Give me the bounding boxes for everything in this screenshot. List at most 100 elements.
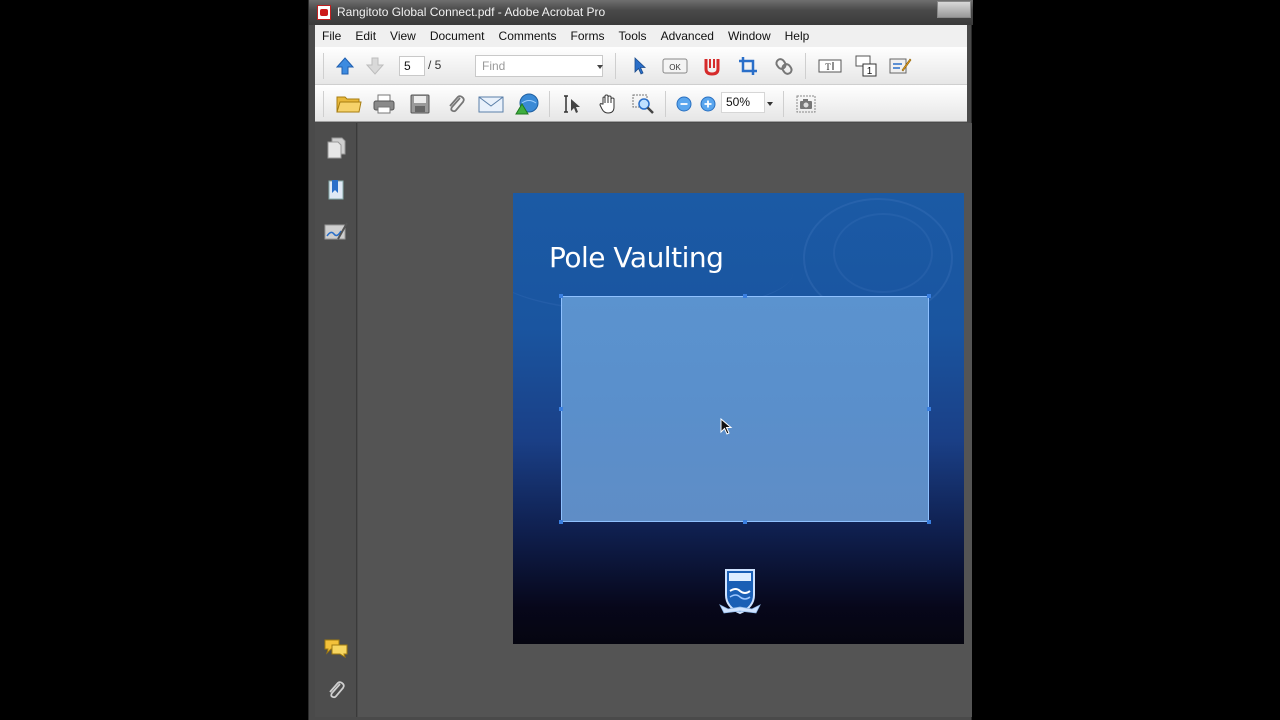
pages-icon: [327, 137, 346, 159]
resize-handle[interactable]: [927, 294, 931, 298]
navigation-pane: [315, 123, 357, 717]
school-crest-icon: [719, 569, 761, 615]
edit-form-button[interactable]: [887, 53, 913, 79]
menu-help[interactable]: Help: [785, 29, 810, 43]
menu-comments[interactable]: Comments: [499, 29, 557, 43]
stamp-tool-button[interactable]: [701, 55, 723, 77]
paperclip-icon: [449, 95, 465, 113]
menu-document[interactable]: Document: [430, 29, 485, 43]
mouse-cursor-icon: [720, 418, 733, 435]
hand-tool-button[interactable]: [595, 91, 621, 117]
ok-button-icon: OK: [662, 58, 688, 74]
resize-handle[interactable]: [559, 520, 563, 524]
print-button[interactable]: [371, 91, 397, 117]
u-shape-icon: [704, 59, 720, 76]
toolbar-grip: [323, 53, 324, 79]
slide-title: Pole Vaulting: [549, 241, 724, 274]
printer-icon: [373, 94, 395, 114]
resize-handle[interactable]: [927, 407, 931, 411]
signatures-icon: [324, 222, 348, 240]
save-button[interactable]: [407, 91, 433, 117]
svg-text:OK: OK: [669, 63, 681, 72]
form-edit-icon: [889, 58, 912, 74]
bookmarks-panel-button[interactable]: [323, 177, 349, 203]
toolbar-grip: [323, 91, 324, 117]
menu-edit[interactable]: Edit: [355, 29, 376, 43]
resize-handle[interactable]: [743, 294, 747, 298]
collaborate-button[interactable]: [513, 91, 541, 117]
marquee-zoom-button[interactable]: [629, 91, 657, 117]
page-number-input[interactable]: 5: [399, 56, 425, 76]
window-title: Rangitoto Global Connect.pdf - Adobe Acr…: [337, 5, 606, 19]
text-field-tool-button[interactable]: T: [817, 57, 843, 75]
attach-file-button[interactable]: [443, 91, 469, 117]
file-toolbar: 50%: [315, 85, 967, 122]
email-button[interactable]: [477, 91, 505, 117]
background-swirl: [833, 213, 933, 293]
previous-page-button[interactable]: [333, 55, 357, 77]
svg-text:1: 1: [867, 66, 873, 77]
acrobat-window: Rangitoto Global Connect.pdf - Adobe Acr…: [308, 0, 973, 720]
hand-icon: [599, 94, 615, 114]
camera-icon: [796, 95, 816, 113]
pages-panel-button[interactable]: [323, 135, 349, 161]
resize-handle[interactable]: [743, 520, 747, 524]
up-arrow-icon: [335, 57, 355, 75]
toolbar-separator: [783, 91, 784, 117]
minus-circle-icon: [676, 96, 692, 112]
select-text-tool-button[interactable]: [559, 91, 585, 117]
svg-text:T: T: [825, 62, 831, 72]
pdf-file-icon: [317, 5, 331, 20]
zoom-marquee-icon: [632, 94, 654, 114]
select-tool-button[interactable]: [629, 55, 651, 77]
signatures-panel-button[interactable]: [323, 219, 349, 245]
resize-handle[interactable]: [927, 520, 931, 524]
down-arrow-icon: [365, 57, 385, 75]
document-view[interactable]: Pole Vaulting: [358, 123, 972, 717]
crop-tool-button[interactable]: [737, 55, 759, 77]
menu-window[interactable]: Window: [728, 29, 771, 43]
link-icon: [775, 58, 793, 75]
text-select-icon: [564, 95, 580, 113]
plus-circle-icon: [700, 96, 716, 112]
link-tool-button[interactable]: [773, 55, 795, 77]
toolbar-separator: [665, 91, 666, 117]
toolbar-separator: [805, 53, 806, 79]
zoom-dropdown-icon[interactable]: [767, 102, 773, 106]
share-globe-icon: [515, 93, 539, 115]
menu-advanced[interactable]: Advanced: [661, 29, 714, 43]
next-page-button[interactable]: [363, 55, 387, 77]
text-field-icon: T: [818, 59, 842, 73]
toolbar-separator: [615, 53, 616, 79]
button-tool[interactable]: OK: [662, 57, 688, 75]
navigation-toolbar: 5 / 5 Find OK T 1: [315, 47, 967, 85]
window-control-button[interactable]: [937, 1, 971, 18]
zoom-out-button[interactable]: [675, 95, 693, 113]
crop-icon: [739, 57, 757, 75]
numbered-field-icon: 1: [855, 55, 877, 77]
find-input[interactable]: Find: [475, 55, 603, 77]
check-box-tool-button[interactable]: 1: [853, 53, 879, 79]
bookmarks-icon: [328, 180, 344, 200]
open-button[interactable]: [335, 91, 363, 117]
menu-file[interactable]: File: [322, 29, 341, 43]
toolbar-separator: [549, 91, 550, 117]
page-count: / 5: [428, 58, 442, 72]
menu-bar: File Edit View Document Comments Forms T…: [315, 25, 967, 47]
menu-tools[interactable]: Tools: [619, 29, 647, 43]
menu-view[interactable]: View: [390, 29, 416, 43]
comments-panel-button[interactable]: [323, 635, 349, 661]
zoom-in-button[interactable]: [699, 95, 717, 113]
cursor-arrow-icon: [634, 57, 647, 75]
title-bar[interactable]: Rangitoto Global Connect.pdf - Adobe Acr…: [309, 0, 973, 25]
snapshot-tool-button[interactable]: [793, 91, 819, 117]
zoom-level-input[interactable]: 50%: [721, 92, 765, 113]
media-placeholder-box[interactable]: [559, 294, 931, 524]
floppy-disk-icon: [410, 94, 430, 114]
attachments-panel-button[interactable]: [323, 677, 349, 703]
find-dropdown-icon[interactable]: [597, 65, 603, 69]
menu-forms[interactable]: Forms: [571, 29, 605, 43]
resize-handle[interactable]: [559, 407, 563, 411]
pdf-page[interactable]: Pole Vaulting: [513, 193, 964, 644]
resize-handle[interactable]: [559, 294, 563, 298]
